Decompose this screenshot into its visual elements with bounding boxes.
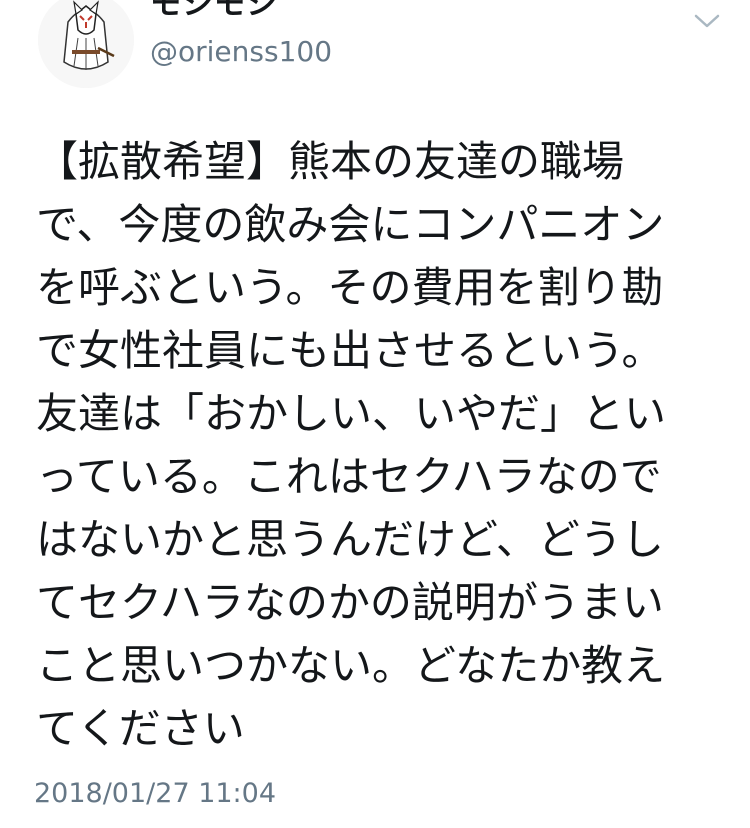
tweet-text-line: てください [36,704,245,753]
tweet-text-line: で女性社員にも出させるという。 [36,326,664,375]
tweet-timestamp[interactable]: 2018/01/27 11:04 [34,776,276,812]
tweet-text-line: 【拡散希望】熊本の友達の職場 [36,137,625,186]
user-handle[interactable]: @orienss100 [150,34,332,70]
chevron-down-icon [694,14,720,28]
tweet-text-line: 友達は「おかしい、いやだ」とい [36,389,667,438]
tweet-text-line: で、今度の飲み会にコンパニオン [36,200,665,249]
kitsune-mask-icon [38,0,134,88]
tweet-text: 【拡散希望】熊本の友達の職場 で、今度の飲み会にコンパニオン を呼ぶという。その… [36,130,736,760]
tweet-menu-button[interactable] [690,8,724,34]
tweet-text-line: はないかと思うんだけど、どうし [36,515,664,564]
tweet-card: モシモシ @orienss100 【拡散希望】熊本の友達の職場 で、今度の飲み会… [0,0,750,828]
tweet-text-line: を呼ぶという。その費用を割り勘 [36,263,664,312]
user-avatar[interactable] [38,0,134,88]
display-name[interactable]: モシモシ [150,0,278,22]
tweet-text-line: てセクハラなのかの説明がうまい [36,578,664,627]
tweet-text-line: っている。これはセクハラなので [36,452,662,501]
tweet-text-line: こと思いつかない。どなたか教え [36,641,666,690]
